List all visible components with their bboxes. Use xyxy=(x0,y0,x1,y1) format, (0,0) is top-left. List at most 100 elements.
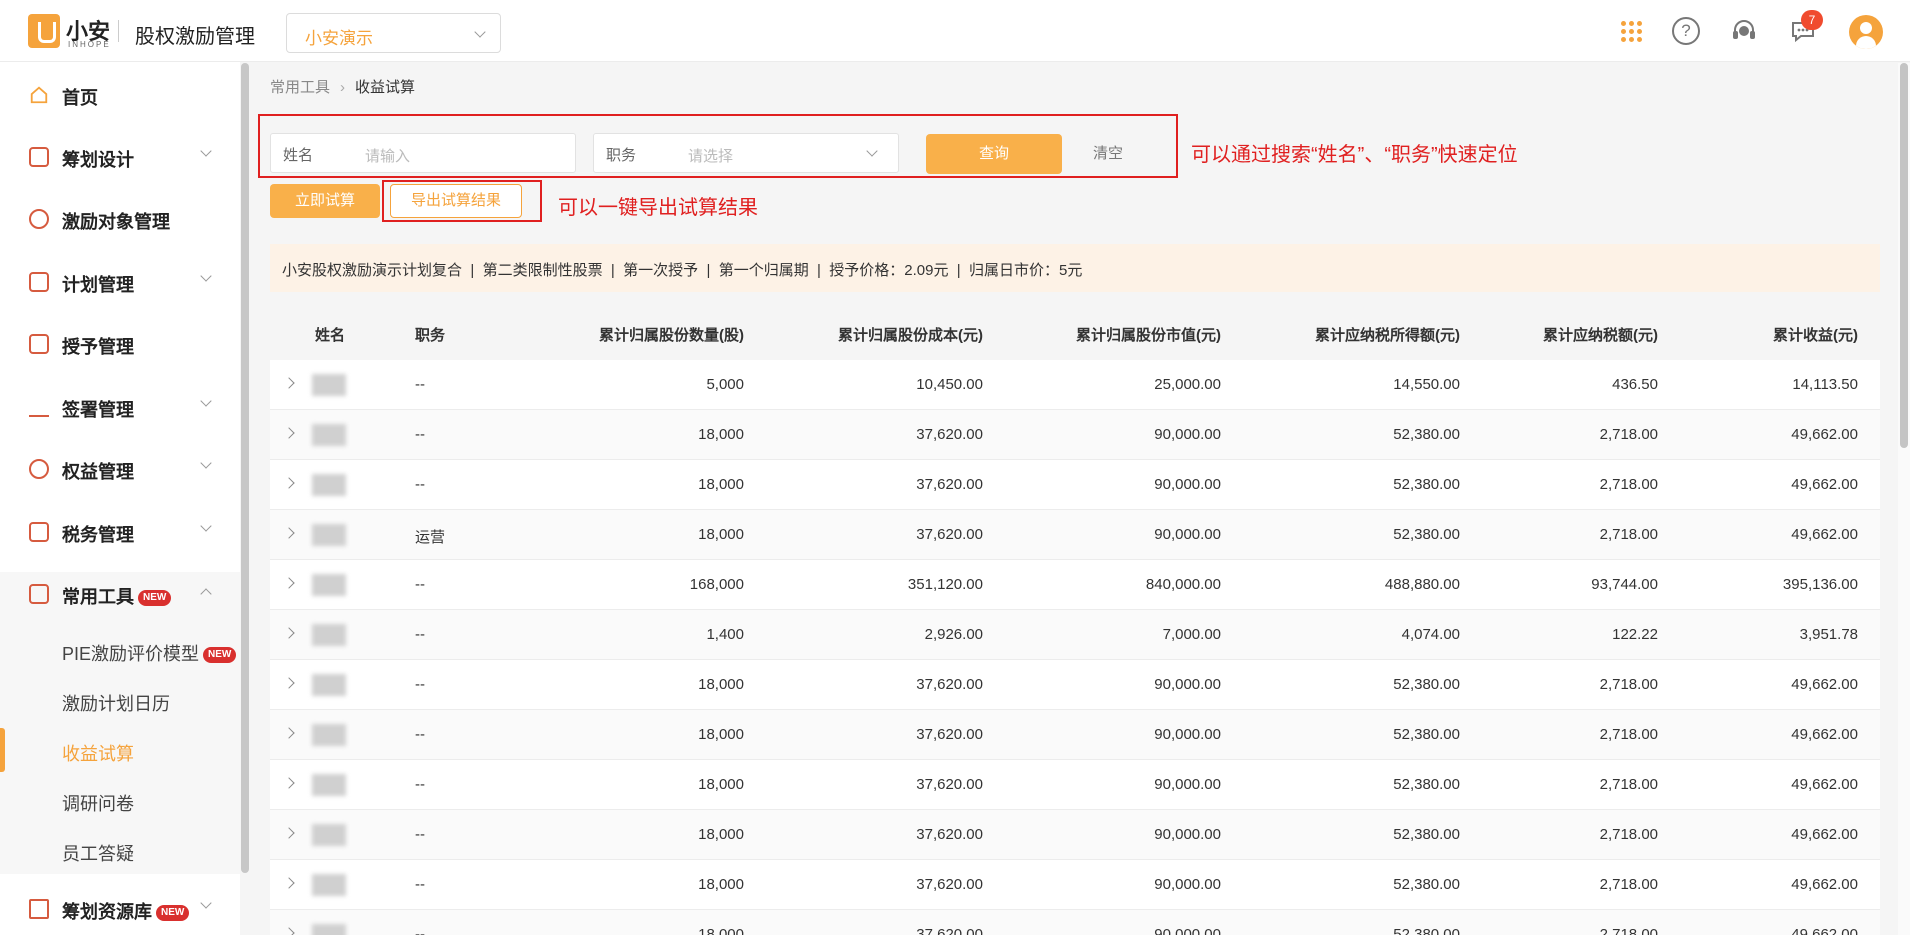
cell-tax: 2,718.00 xyxy=(1599,776,1658,793)
company-select[interactable]: 小安演示 xyxy=(286,13,501,53)
company-select-value: 小安演示 xyxy=(305,29,373,48)
edit-icon xyxy=(29,147,49,167)
table-row[interactable]: -- 18,000 37,620.00 90,000.00 52,380.00 2,718… xyxy=(270,710,1880,760)
sidebar-item-grant-management[interactable]: 授予管理 xyxy=(0,323,240,363)
cell-cost: 2,926.00 xyxy=(924,626,983,643)
table-row[interactable]: -- 1,400 2,926.00 7,000.00 4,074.00 122.22 3,9… xyxy=(270,610,1880,660)
sidebar-scrollbar[interactable] xyxy=(241,63,249,873)
customer-service-icon[interactable] xyxy=(1730,17,1758,45)
cell-role: -- xyxy=(415,926,425,935)
sidebar-subitem-plan-calendar[interactable]: 激励计划日历 xyxy=(62,690,170,716)
cell-taxable: 14,550.00 xyxy=(1393,376,1460,393)
cell-qty: 18,000 xyxy=(698,526,744,543)
expand-row-icon[interactable] xyxy=(283,777,295,789)
redacted-name xyxy=(312,874,346,896)
sidebar-item-tax-management[interactable]: 税务管理 xyxy=(0,511,240,551)
brand-logo[interactable] xyxy=(28,14,60,48)
help-icon[interactable]: ? xyxy=(1672,17,1700,45)
expand-row-icon[interactable] xyxy=(283,727,295,739)
table-row[interactable]: -- 18,000 37,620.00 90,000.00 52,380.00 2,718… xyxy=(270,910,1880,935)
table-row[interactable]: -- 18,000 37,620.00 90,000.00 52,380.00 2,718… xyxy=(270,410,1880,460)
sidebar-item-incentive-targets[interactable]: 激励对象管理 xyxy=(0,198,240,238)
expand-row-icon[interactable] xyxy=(283,827,295,839)
table-row[interactable]: -- 18,000 37,620.00 90,000.00 52,380.00 2,718… xyxy=(270,460,1880,510)
sidebar-item-common-tools[interactable]: 常用工具 NEW xyxy=(0,573,240,613)
document-icon xyxy=(29,334,49,354)
sidebar-subitem-profit-calculation[interactable]: 收益试算 xyxy=(62,740,134,766)
sidebar-subitem-survey[interactable]: 调研问卷 xyxy=(62,790,134,816)
breadcrumb: 常用工具 › 收益试算 xyxy=(270,76,415,97)
expand-row-icon[interactable] xyxy=(283,427,295,439)
expand-row-icon[interactable] xyxy=(283,527,295,539)
expand-row-icon[interactable] xyxy=(283,927,295,935)
cell-tax: 2,718.00 xyxy=(1599,676,1658,693)
user-avatar[interactable] xyxy=(1849,15,1883,49)
cell-value: 90,000.00 xyxy=(1154,676,1221,693)
sidebar-subitem-pie-model[interactable]: PIE激励评价模型 NEW xyxy=(62,640,237,666)
new-badge: NEW xyxy=(156,905,190,922)
toolbox-icon xyxy=(29,584,49,604)
redacted-name xyxy=(312,774,346,796)
cell-tax: 122.22 xyxy=(1612,626,1658,643)
table-row[interactable]: -- 168,000 351,120.00 840,000.00 488,880.00 9… xyxy=(270,560,1880,610)
sidebar-item-label: 激励对象管理 xyxy=(62,212,170,232)
main-scrollbar[interactable] xyxy=(1898,63,1910,935)
sidebar-subitem-employee-faq[interactable]: 员工答疑 xyxy=(62,840,134,866)
cell-cost: 37,620.00 xyxy=(916,676,983,693)
cell-qty: 18,000 xyxy=(698,826,744,843)
sidebar-item-equity-management[interactable]: 权益管理 xyxy=(0,448,240,488)
table-row[interactable]: -- 5,000 10,450.00 25,000.00 14,550.00 436.50… xyxy=(270,360,1880,410)
table-row[interactable]: 运营 18,000 37,620.00 90,000.00 52,380.00 2,718… xyxy=(270,510,1880,560)
cell-gain: 395,136.00 xyxy=(1782,576,1858,593)
sidebar-item-planning-design[interactable]: 筹划设计 xyxy=(0,136,240,176)
cell-tax: 2,718.00 xyxy=(1599,426,1658,443)
cell-qty: 18,000 xyxy=(698,726,744,743)
sidebar-item-signing-management[interactable]: 签署管理 xyxy=(0,386,240,426)
cell-gain: 49,662.00 xyxy=(1791,476,1858,493)
cell-gain: 49,662.00 xyxy=(1791,876,1858,893)
redacted-name xyxy=(312,624,346,646)
cell-tax: 436.50 xyxy=(1612,376,1658,393)
cell-role: -- xyxy=(415,576,425,593)
export-annotation-note: 可以一键导出试算结果 xyxy=(558,197,758,219)
expand-row-icon[interactable] xyxy=(283,377,295,389)
expand-row-icon[interactable] xyxy=(283,677,295,689)
sidebar-item-home[interactable]: 首页 xyxy=(0,74,240,114)
redacted-name xyxy=(312,924,346,935)
brand-divider xyxy=(118,20,119,42)
cell-value: 90,000.00 xyxy=(1154,826,1221,843)
plan-info-text: 小安股权激励演示计划复合 | 第二类限制性股票 | 第一次授予 | 第一个归属期… xyxy=(282,262,1083,279)
column-header: 职务 xyxy=(415,327,446,344)
brand-english: INHOPE xyxy=(68,40,111,49)
table-row[interactable]: -- 18,000 37,620.00 90,000.00 52,380.00 2,718… xyxy=(270,860,1880,910)
tools-submenu xyxy=(0,572,240,874)
table-row[interactable]: -- 18,000 37,620.00 90,000.00 52,380.00 2,718… xyxy=(270,660,1880,710)
calculate-now-button[interactable]: 立即试算 xyxy=(270,184,380,218)
cell-gain: 3,951.78 xyxy=(1799,626,1858,643)
cell-qty: 168,000 xyxy=(689,576,744,593)
table-row[interactable]: -- 18,000 37,620.00 90,000.00 52,380.00 2,718… xyxy=(270,810,1880,860)
sidebar-item-label: 筹划资源库 NEW xyxy=(62,898,190,924)
sidebar-item-plan-management[interactable]: 计划管理 xyxy=(0,261,240,301)
cell-taxable: 52,380.00 xyxy=(1393,826,1460,843)
active-indicator xyxy=(0,728,5,772)
cell-role: -- xyxy=(415,776,425,793)
cell-value: 90,000.00 xyxy=(1154,876,1221,893)
expand-row-icon[interactable] xyxy=(283,627,295,639)
expand-row-icon[interactable] xyxy=(283,477,295,489)
apps-grid-icon[interactable] xyxy=(1617,17,1645,45)
sidebar: 首页 筹划设计 激励对象管理 计划管理 授予管理 签署管理 权益管理 税务管理 … xyxy=(0,62,240,935)
new-badge: NEW xyxy=(138,590,172,607)
table-header: 姓名 职务 累计归属股份数量(股) 累计归属股份成本(元) 累计归属股份市值(元… xyxy=(270,306,1880,360)
expand-row-icon[interactable] xyxy=(283,877,295,889)
redacted-name xyxy=(312,724,346,746)
table-row[interactable]: -- 18,000 37,620.00 90,000.00 52,380.00 2,718… xyxy=(270,760,1880,810)
expand-row-icon[interactable] xyxy=(283,577,295,589)
chevron-down-icon xyxy=(200,520,212,532)
sign-icon xyxy=(29,397,49,417)
chevron-down-icon xyxy=(200,270,212,282)
search-annotation-box xyxy=(258,114,1178,178)
cell-gain: 49,662.00 xyxy=(1791,426,1858,443)
sidebar-item-planning-resources[interactable]: 筹划资源库 NEW xyxy=(0,888,240,928)
breadcrumb-parent[interactable]: 常用工具 xyxy=(270,79,330,96)
